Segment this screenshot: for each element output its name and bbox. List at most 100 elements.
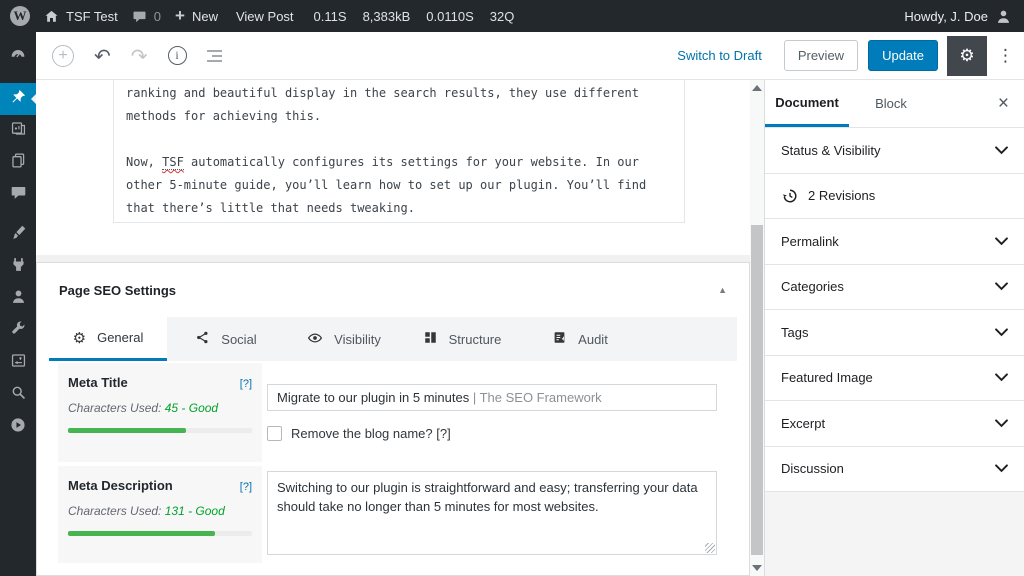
collapse-triangle-icon[interactable]: ▲ [718, 285, 727, 295]
panel-excerpt[interactable]: Excerpt [765, 401, 1024, 447]
menu-users[interactable] [0, 283, 36, 315]
block-inserter-button[interactable]: + [52, 44, 74, 67]
editor-toolbar: + ↶ ↷ i Switch to Draft Preview Update ⚙… [36, 32, 1024, 80]
menu-dashboard[interactable] [0, 41, 36, 73]
stat-memory: 8,383kB [362, 8, 411, 24]
meta-description-characters: Characters Used: 131 - Good [68, 504, 225, 518]
stat-queries[interactable]: 32Q [490, 9, 515, 24]
tab-document[interactable]: Document [765, 80, 849, 127]
layout-blocks-icon [423, 330, 438, 348]
meta-title-chars-value: 45 - Good [164, 401, 219, 415]
switch-to-draft-link[interactable]: Switch to Draft [677, 48, 762, 63]
active-menu-arrow [31, 94, 36, 104]
site-name-menu[interactable]: TSF Test [44, 9, 118, 24]
meta-title-progress-track [68, 428, 252, 433]
revisions-clock-icon [781, 187, 799, 205]
meta-description-chars-value: 131 - Good [164, 504, 225, 518]
menu-posts[interactable] [0, 83, 36, 115]
menu-media[interactable] [0, 115, 36, 147]
tab-general[interactable]: ⚙ General [49, 317, 167, 361]
chevron-down-icon [995, 325, 1008, 340]
panel-revisions[interactable]: 2 Revisions [765, 174, 1024, 219]
panel-tags[interactable]: Tags [765, 310, 1024, 356]
admin-top-bar: W TSF Test 0 + New View Post 0.11S 8,383… [0, 0, 1024, 32]
close-sidebar-icon[interactable]: × [983, 80, 1024, 127]
sidebar-tabs: Document Block × [765, 80, 1024, 128]
tab-block[interactable]: Block [849, 80, 933, 127]
avatar-icon [995, 8, 1012, 25]
new-label: New [191, 8, 218, 24]
pages-icon [10, 152, 27, 174]
tsf-abbr[interactable]: TSF [162, 155, 184, 170]
paragraph-2: Now, TSF automatically configures its se… [126, 155, 647, 215]
menu-plugins[interactable] [0, 251, 36, 283]
tab-structure[interactable]: Structure [403, 317, 521, 361]
remove-blog-name-checkbox[interactable] [267, 426, 282, 441]
account-menu[interactable]: Howdy, J. Doe [904, 8, 1012, 25]
preview-button[interactable]: Preview [783, 40, 859, 71]
settings-box-icon [10, 352, 27, 374]
chevron-down-icon [995, 279, 1008, 294]
tab-social[interactable]: Social [167, 317, 285, 361]
plugins-plug-icon [10, 256, 27, 278]
panel-permalink[interactable]: Permalink [765, 219, 1024, 265]
vertical-scrollbar[interactable] [750, 80, 764, 576]
meta-title-characters: Characters Used: 45 - Good [68, 401, 219, 415]
update-button[interactable]: Update [868, 40, 938, 71]
menu-comments[interactable] [0, 179, 36, 211]
meta-title-label: Meta Title [68, 375, 128, 390]
stat-time: 0.11S [313, 8, 347, 24]
tab-visibility[interactable]: Visibility [285, 317, 403, 361]
sidebar-empty-area [765, 492, 1024, 576]
plus-icon: + [175, 6, 185, 25]
meta-description-progress-track [68, 531, 252, 536]
panel-status-visibility[interactable]: Status & Visibility [765, 128, 1024, 174]
stat-query-time: 0.0110S [426, 8, 474, 24]
view-post-link[interactable]: View Post [236, 9, 294, 24]
document-settings-sidebar: Document Block × Status & Visibility 2 R… [764, 80, 1024, 576]
panel-categories[interactable]: Categories [765, 265, 1024, 310]
scroll-up-arrow[interactable] [752, 85, 762, 91]
scrollbar-thumb[interactable] [751, 225, 763, 555]
meta-description-help-link[interactable]: [?] [240, 481, 252, 493]
wordpress-logo-icon[interactable]: W [10, 6, 30, 26]
gear-icon: ⚙ [72, 328, 87, 347]
menu-settings[interactable] [0, 347, 36, 379]
menu-search[interactable] [0, 379, 36, 411]
gear-icon: ⚙ [959, 45, 975, 66]
chevron-down-icon [995, 416, 1008, 431]
performance-stats: 0.11S 8,383kB 0.0110S 32Q [314, 9, 515, 24]
meta-title-help-link[interactable]: [?] [240, 378, 252, 390]
undo-button[interactable]: ↶ [94, 44, 111, 68]
audit-document-icon [552, 330, 567, 348]
block-navigation-icon[interactable] [206, 49, 222, 62]
meta-description-textarea[interactable]: Switching to our plugin is straightforwa… [267, 471, 717, 555]
post-canvas[interactable]: ranking and beautiful display in the sea… [36, 80, 750, 255]
howdy-label: Howdy, J. Doe [904, 8, 988, 24]
menu-pages[interactable] [0, 147, 36, 179]
home-icon [44, 9, 59, 24]
eye-icon [307, 330, 323, 349]
meta-title-input[interactable]: Migrate to our plugin in 5 minutes | The… [267, 384, 717, 411]
panel-featured-image[interactable]: Featured Image [765, 356, 1024, 401]
menu-appearance[interactable] [0, 219, 36, 251]
comments-bubble-icon [132, 9, 147, 24]
redo-button[interactable]: ↷ [131, 44, 148, 68]
content-structure-info-icon[interactable]: i [167, 46, 187, 65]
share-nodes-icon [195, 330, 210, 348]
admin-side-menu [0, 32, 36, 576]
new-menu[interactable]: + New [175, 6, 218, 26]
menu-video[interactable] [0, 411, 36, 443]
settings-gear-button[interactable]: ⚙ [947, 35, 987, 76]
tab-audit[interactable]: Audit [521, 317, 639, 361]
resize-grip-icon[interactable] [705, 543, 715, 553]
comments-menu[interactable]: 0 [132, 9, 161, 24]
meta-title-progress-fill [68, 428, 186, 433]
chevron-down-icon [995, 234, 1008, 249]
panel-discussion[interactable]: Discussion [765, 447, 1024, 492]
scroll-down-arrow[interactable] [752, 565, 762, 571]
menu-tools[interactable] [0, 315, 36, 347]
paragraph-block[interactable]: ranking and beautiful display in the sea… [113, 80, 685, 223]
play-circle-icon [9, 416, 27, 439]
more-options-ellipsis-button[interactable]: ⋮ [993, 46, 1024, 66]
